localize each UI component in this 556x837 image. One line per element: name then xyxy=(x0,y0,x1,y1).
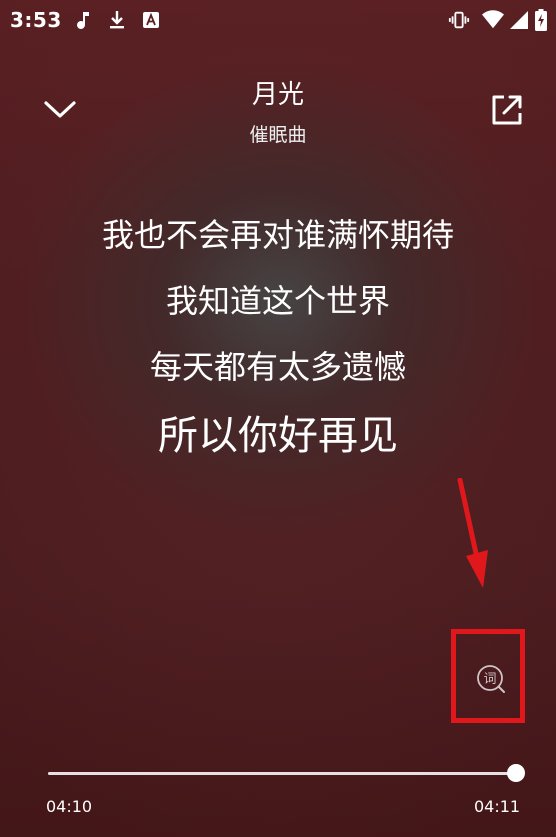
song-title: 月光 xyxy=(251,80,304,110)
lyrics-search-icon: 词 xyxy=(477,665,505,693)
vibrate-icon xyxy=(448,9,470,31)
lyric-line: 我也不会再对谁满怀期待 xyxy=(101,216,454,254)
signal-icon xyxy=(508,9,530,31)
status-bar: 3:53 xyxy=(0,0,556,40)
music-note-icon xyxy=(72,9,94,31)
lyric-line: 每天都有太多遗憾 xyxy=(149,348,406,386)
lyric-glyph: 词 xyxy=(483,672,496,687)
lyric-line: 我知道这个世界 xyxy=(165,282,390,320)
share-button[interactable] xyxy=(485,88,529,132)
share-external-icon xyxy=(492,95,522,125)
progress-slider[interactable] xyxy=(48,764,526,782)
lyric-line-current: 所以你好再见 xyxy=(158,413,398,459)
total-time: 04:11 xyxy=(474,797,521,816)
progress-thumb[interactable] xyxy=(507,764,526,782)
annotation-arrow xyxy=(457,478,488,588)
battery-charging-icon xyxy=(534,9,548,31)
status-time: 3:53 xyxy=(10,8,62,32)
app-a-icon xyxy=(140,9,162,31)
current-time: 04:10 xyxy=(46,797,93,816)
progress-fill xyxy=(48,772,517,775)
song-artist: 催眠曲 xyxy=(249,124,307,146)
download-icon xyxy=(106,9,128,31)
lyrics-search-button[interactable]: 词 xyxy=(471,659,511,699)
wifi-icon xyxy=(482,9,504,31)
player-header: 月光 催眠曲 xyxy=(0,60,556,160)
